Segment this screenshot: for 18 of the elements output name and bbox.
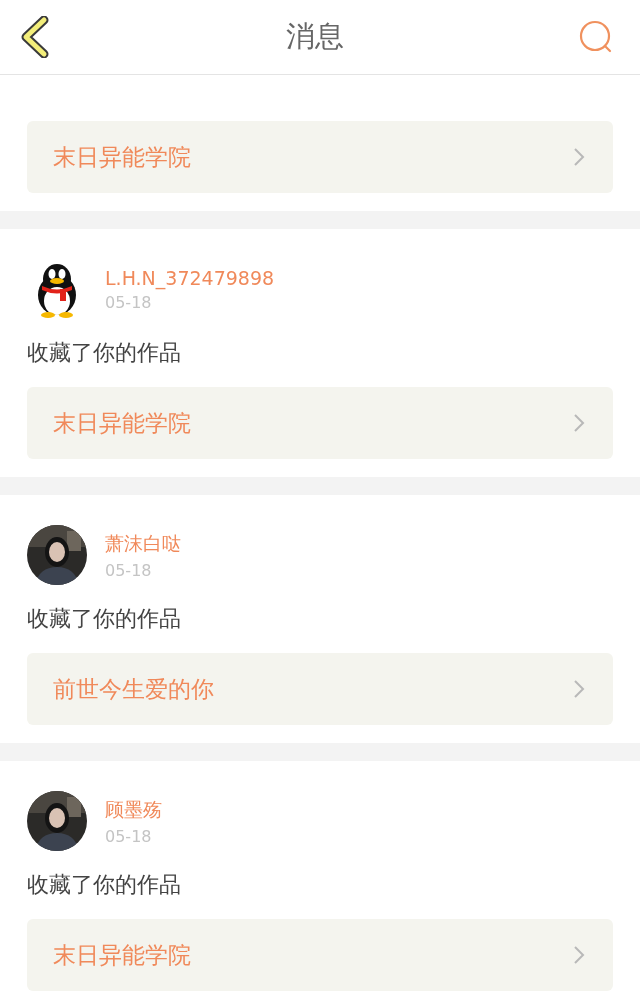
message-text: 收藏了你的作品: [27, 871, 181, 899]
page-title: 消息: [285, 18, 344, 55]
message-date: 05-18: [105, 560, 153, 580]
username[interactable]: 顾墨殇: [105, 796, 162, 823]
work-link[interactable]: 末日异能学院: [27, 387, 613, 459]
message-text: 收藏了你的作品: [27, 339, 181, 367]
username[interactable]: L.H.N_372479898: [105, 266, 275, 289]
work-link[interactable]: 末日异能学院: [27, 121, 613, 193]
chevron-icon: [573, 147, 585, 167]
chevron-icon: [573, 679, 585, 699]
work-link[interactable]: 末日异能学院: [27, 919, 613, 991]
chevron-icon: [573, 945, 585, 965]
message-date: 05-18: [105, 292, 153, 312]
chevron-icon: [573, 413, 585, 433]
message-date: 05-18: [105, 826, 153, 846]
message-text: 收藏了你的作品: [27, 605, 181, 633]
username[interactable]: 萧沫白哒: [105, 530, 181, 557]
work-link[interactable]: 前世今生爱的你: [27, 653, 613, 725]
